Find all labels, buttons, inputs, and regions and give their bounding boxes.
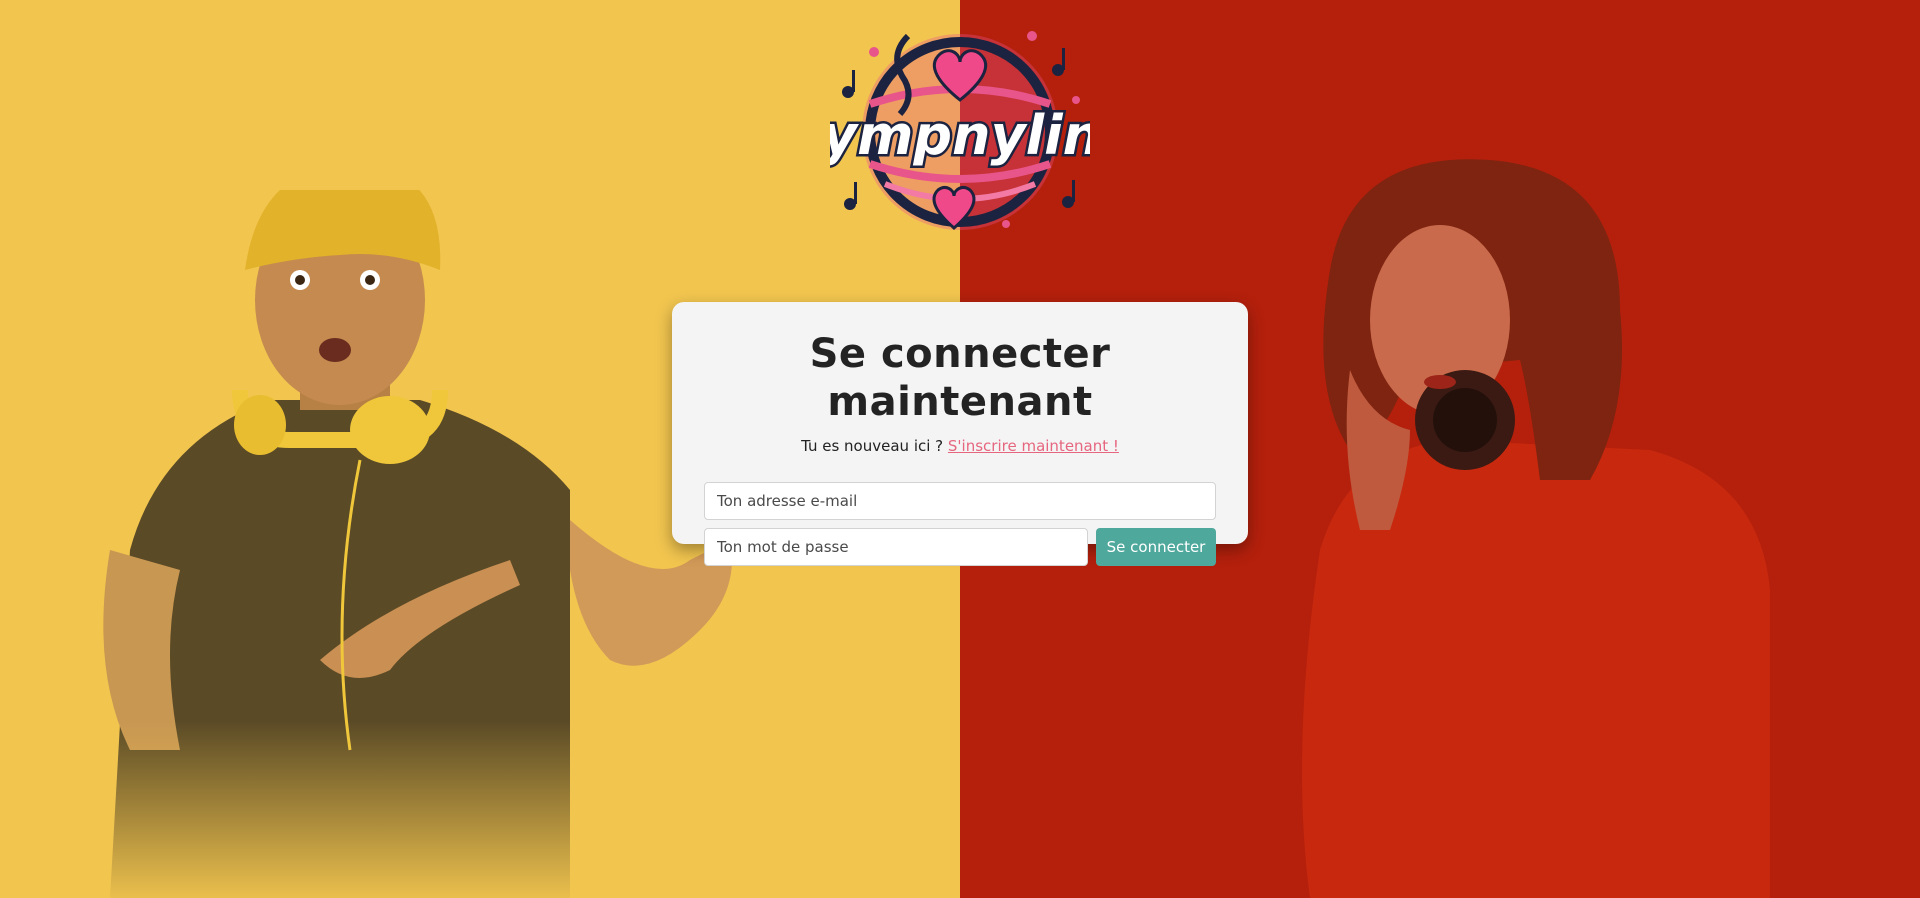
sympnylink-logo: Sympnylink <box>780 14 1143 254</box>
signup-prompt: Tu es nouveau ici ? S'inscrire maintenan… <box>704 436 1216 456</box>
new-user-text: Tu es nouveau ici ? <box>801 437 944 455</box>
login-card: Se connecter maintenant Tu es nouveau ic… <box>672 302 1248 566</box>
password-field[interactable] <box>704 528 1088 566</box>
login-page: Sympnylink Se connecter maintenant Tu es… <box>0 0 1920 898</box>
login-title: Se connecter maintenant <box>809 331 1111 425</box>
logo-wordmark: Sympnylink <box>830 104 1090 167</box>
password-row: Se connecter <box>704 528 1216 566</box>
signup-link[interactable]: S'inscrire maintenant ! <box>948 437 1119 455</box>
woman-with-headphones-photo <box>1302 159 1770 898</box>
email-field[interactable] <box>704 482 1216 520</box>
login-form: Se connecter <box>704 482 1216 566</box>
login-button[interactable]: Se connecter <box>1096 528 1216 566</box>
